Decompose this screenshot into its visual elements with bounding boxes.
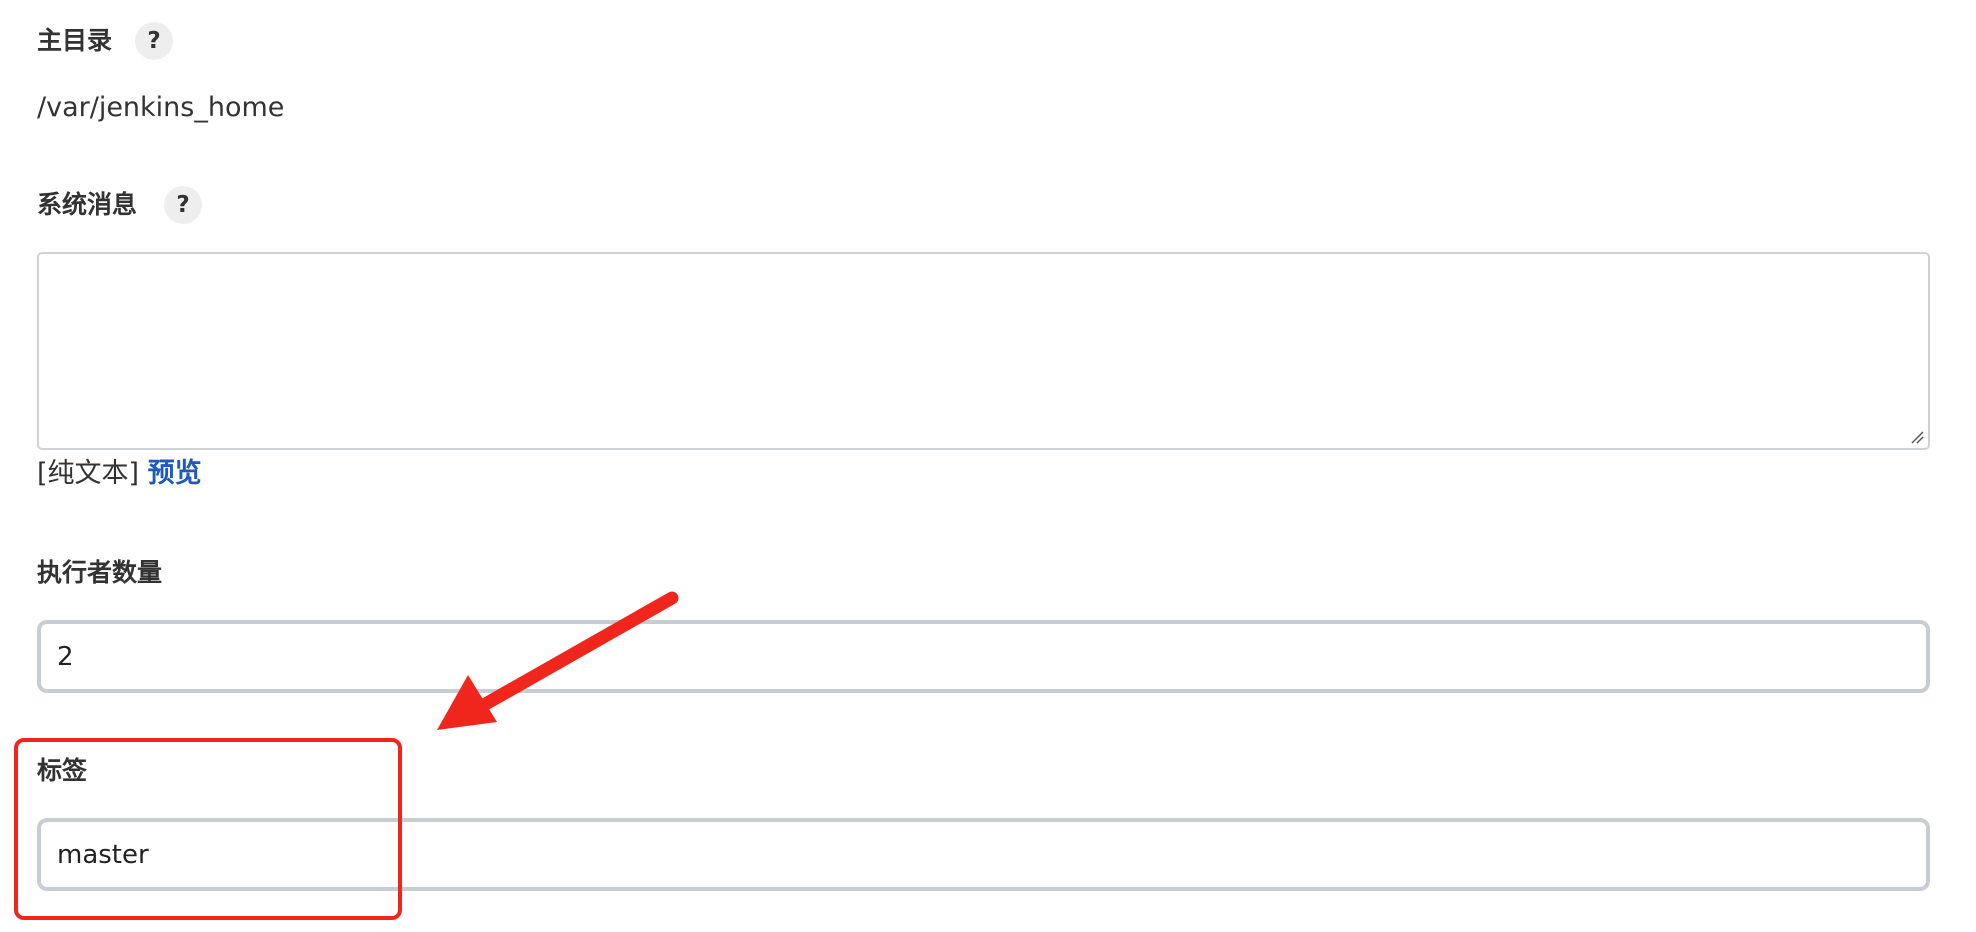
arrow-icon [437,591,679,730]
